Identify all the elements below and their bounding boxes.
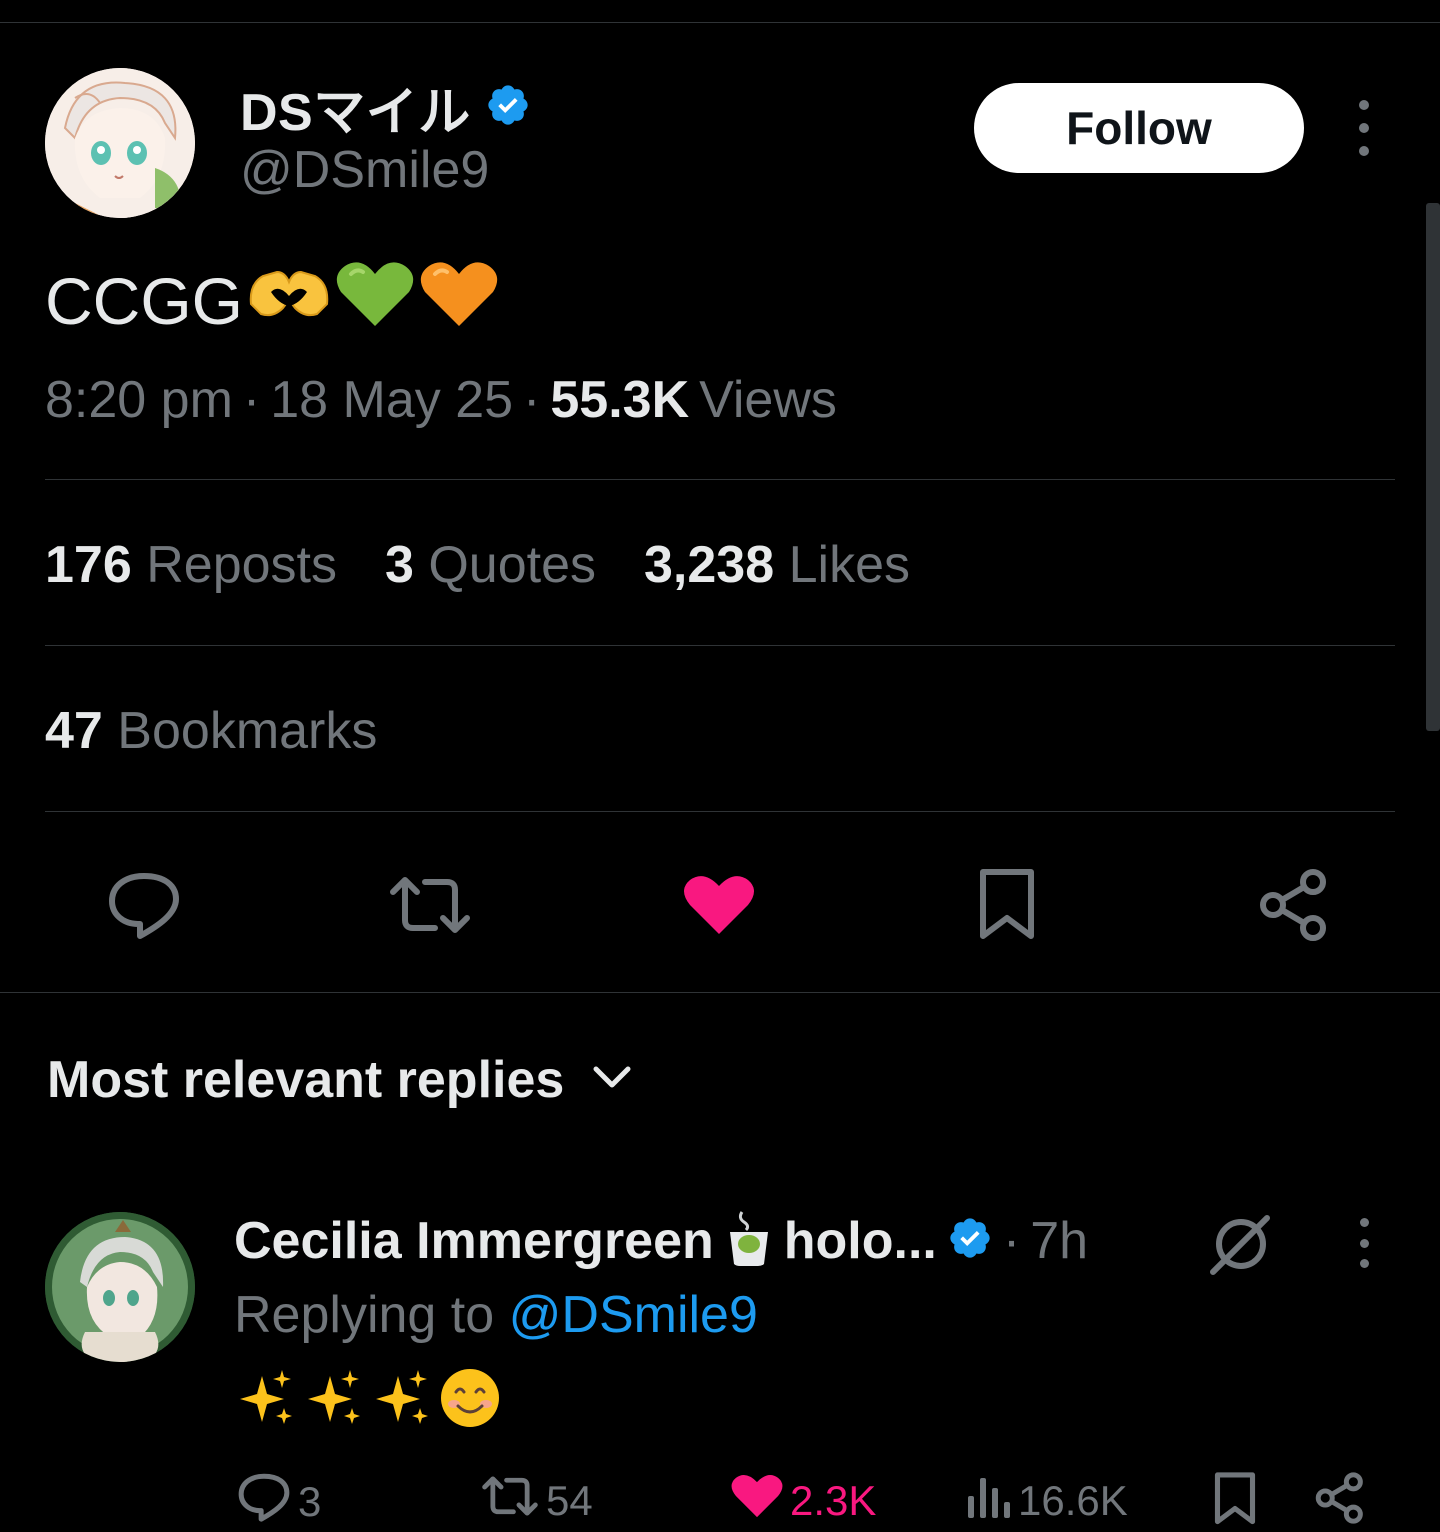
- reply-count: 3: [298, 1478, 322, 1525]
- reply-like-button[interactable]: 2.3K: [730, 1472, 876, 1530]
- repost-icon: [480, 1472, 540, 1530]
- orange-heart-icon: [419, 258, 499, 343]
- bookmark-icon: [1212, 1472, 1258, 1532]
- divider: [45, 811, 1395, 812]
- sparkles-icon: [370, 1366, 434, 1435]
- like-icon: [730, 1472, 784, 1530]
- anime-avatar-illustration: [45, 1212, 195, 1362]
- author-display-name[interactable]: DSマイル: [240, 70, 471, 145]
- verified-badge-icon: [485, 82, 531, 133]
- chevron-down-icon: [592, 1063, 632, 1098]
- anime-avatar-illustration: [45, 68, 195, 218]
- meta-separator: ·: [523, 371, 541, 429]
- reply-separator: ·: [1002, 1211, 1021, 1270]
- repost-count: 54: [546, 1477, 593, 1524]
- tweet-detail-page: DSマイル @DSmile9 Follow CCGG 8:20 pm · 18 …: [0, 0, 1440, 1532]
- follow-button[interactable]: Follow: [974, 83, 1304, 173]
- green-heart-icon: [335, 258, 415, 343]
- mention-link[interactable]: @DSmile9: [509, 1286, 758, 1344]
- divider: [45, 645, 1395, 646]
- reply-author-row: Cecilia Immergreen holo... · 7h: [234, 1208, 1088, 1273]
- like-icon[interactable]: [674, 860, 764, 950]
- bookmarks-stat[interactable]: 47 Bookmarks: [45, 701, 377, 761]
- more-options-icon[interactable]: [1346, 100, 1382, 156]
- author-avatar[interactable]: [45, 68, 195, 218]
- share-icon[interactable]: [1249, 860, 1339, 950]
- reply-views-button[interactable]: 16.6K: [966, 1472, 1128, 1530]
- engagement-stats: 176 Reposts 3 Quotes 3,238 Likes: [45, 535, 910, 595]
- quotes-stat[interactable]: 3 Quotes: [385, 535, 596, 595]
- replies-sort-dropdown[interactable]: Most relevant replies: [47, 1050, 632, 1110]
- sparkles-icon: [302, 1366, 366, 1435]
- bookmark-icon[interactable]: [962, 860, 1052, 950]
- share-icon: [1314, 1472, 1366, 1532]
- likes-stat[interactable]: 3,238 Likes: [644, 535, 910, 595]
- views-label: Views: [699, 371, 837, 429]
- meta-separator: ·: [242, 371, 261, 429]
- smiling-face-icon: [438, 1366, 502, 1435]
- matcha-tea-icon: [724, 1208, 774, 1273]
- top-divider: [0, 22, 1440, 23]
- reply-bookmark-button[interactable]: [1212, 1472, 1258, 1532]
- reply-icon: [236, 1472, 292, 1532]
- reply-time[interactable]: 7h: [1030, 1211, 1088, 1271]
- divider: [45, 479, 1395, 480]
- author-name-row: DSマイル: [240, 70, 531, 145]
- tweet-text-content: CCGG: [45, 263, 243, 338]
- reposts-stat[interactable]: 176 Reposts: [45, 535, 337, 595]
- replies-sort-label: Most relevant replies: [47, 1051, 565, 1109]
- reply-author-name[interactable]: Cecilia Immergreen: [234, 1211, 714, 1271]
- replying-to: Replying to @DSmile9: [234, 1285, 758, 1345]
- view-count: 16.6K: [1018, 1477, 1128, 1524]
- reply-reply-button[interactable]: 3: [236, 1472, 321, 1532]
- like-count: 2.3K: [790, 1477, 877, 1524]
- reply-more-options-icon[interactable]: [1348, 1218, 1380, 1268]
- reply-share-button[interactable]: [1314, 1472, 1366, 1532]
- reply-icon[interactable]: [99, 860, 189, 950]
- tweet-meta: 8:20 pm · 18 May 25 · 55.3K Views: [45, 370, 837, 430]
- scrollbar[interactable]: [1426, 203, 1440, 731]
- sparkles-icon: [234, 1366, 298, 1435]
- replying-to-label: Replying to: [234, 1286, 495, 1344]
- author-handle[interactable]: @DSmile9: [240, 140, 489, 200]
- reply-author-avatar[interactable]: [45, 1212, 195, 1362]
- tweet-date[interactable]: 18 May 25: [270, 370, 513, 430]
- views-count[interactable]: 55.3K: [550, 370, 689, 430]
- tweet-text: CCGG: [45, 258, 499, 343]
- repost-icon[interactable]: [385, 860, 475, 950]
- grok-icon[interactable]: [1205, 1210, 1275, 1280]
- reply-text: [234, 1366, 502, 1435]
- tweet-time[interactable]: 8:20 pm: [45, 370, 233, 430]
- analytics-icon: [966, 1472, 1012, 1530]
- reply-author-name-suffix[interactable]: holo...: [784, 1211, 937, 1271]
- reply-repost-button[interactable]: 54: [480, 1472, 593, 1530]
- verified-badge-icon: [947, 1215, 993, 1266]
- section-divider: [0, 992, 1440, 993]
- heart-hands-icon: [247, 260, 331, 341]
